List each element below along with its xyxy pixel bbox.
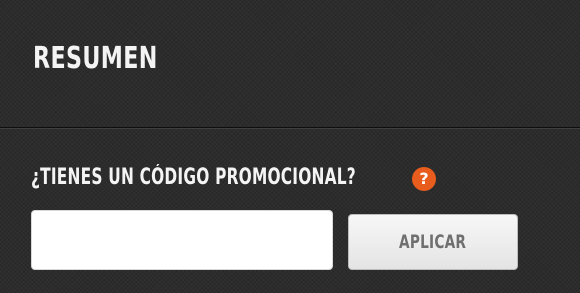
promo-code-input[interactable]	[31, 210, 333, 270]
promo-code-question: ¿TIENES UN CÓDIGO PROMOCIONAL?	[31, 165, 356, 190]
apply-button-label: APLICAR	[399, 231, 467, 253]
summary-title: RESUMEN	[33, 41, 158, 76]
summary-header: RESUMEN	[0, 0, 580, 128]
promo-code-section: ¿TIENES UN CÓDIGO PROMOCIONAL? ? APLICAR	[0, 128, 580, 293]
question-mark-icon[interactable]: ?	[412, 167, 436, 191]
promo-label-row: ¿TIENES UN CÓDIGO PROMOCIONAL? ?	[31, 164, 436, 192]
apply-button[interactable]: APLICAR	[348, 214, 518, 270]
